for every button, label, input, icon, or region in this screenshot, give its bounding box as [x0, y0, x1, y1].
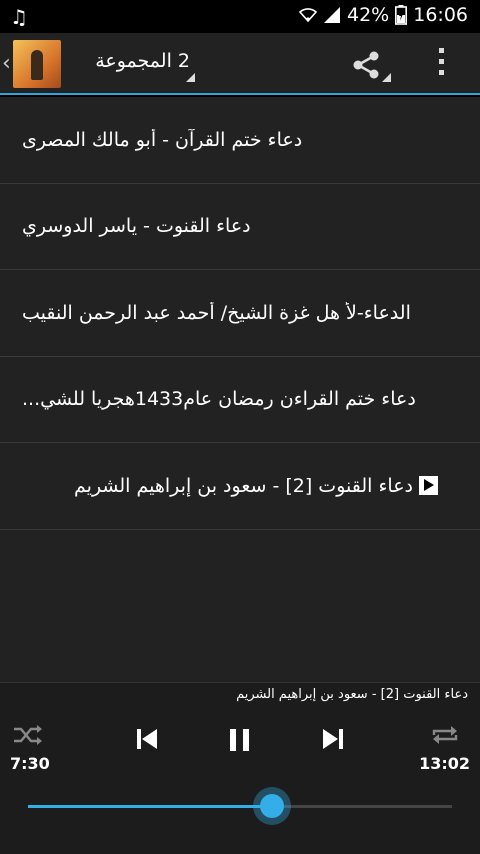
track-title: دعاء ختم القرآن - أبو مالك المصرى [22, 128, 303, 151]
share-caret-icon [382, 73, 391, 82]
next-icon[interactable] [320, 727, 346, 755]
action-bar-title[interactable]: 2 المجموعة [80, 50, 190, 72]
action-bar: ‹ 2 المجموعة [0, 33, 480, 95]
list-empty-area [0, 530, 480, 682]
previous-icon[interactable] [134, 727, 160, 755]
elapsed-time: 7:30 [10, 754, 50, 773]
total-duration: 13:02 [419, 754, 470, 773]
seek-bar-progress [28, 805, 272, 808]
track-title: دعاء القنوت [2] - سعود بن إبراهيم الشريم [74, 474, 413, 497]
share-icon[interactable] [350, 49, 382, 81]
list-item-playing[interactable]: دعاء القنوت [2] - سعود بن إبراهيم الشريم [0, 443, 480, 530]
pause-icon[interactable] [226, 727, 254, 757]
overflow-menu-icon[interactable] [431, 48, 451, 82]
now-playing-icon [419, 476, 438, 496]
track-title: الدعاء-لأ هل غزة الشيخ/ أحمد عبد الرحمن … [22, 301, 411, 324]
track-title: دعاء ختم القراءن رمضان عام1433هجريا للشي… [22, 388, 416, 411]
list-item[interactable]: دعاء ختم القرآن - أبو مالك المصرى [0, 97, 480, 184]
seek-bar-thumb[interactable] [252, 787, 291, 825]
repeat-icon[interactable] [430, 723, 460, 751]
now-playing-title: دعاء القنوت [2] - سعود بن إبراهيم الشريم [236, 687, 468, 702]
status-bar: ♫ 42% 16:06 [0, 0, 480, 33]
seek-bar[interactable] [28, 787, 452, 825]
shuffle-icon[interactable] [12, 723, 44, 751]
up-caret-icon[interactable]: ‹ [2, 51, 11, 76]
player: دعاء القنوت [2] - سعود بن إبراهيم الشريم [0, 682, 480, 854]
track-title: دعاء القنوت - ياسر الدوسري [22, 215, 251, 238]
battery-icon [395, 5, 408, 25]
spinner-caret-icon [186, 73, 195, 82]
clock: 16:06 [413, 4, 468, 26]
battery-percent: 42% [347, 4, 390, 26]
list-item[interactable]: دعاء ختم القراءن رمضان عام1433هجريا للشي… [0, 356, 480, 443]
list-item[interactable]: الدعاء-لأ هل غزة الشيخ/ أحمد عبد الرحمن … [0, 270, 480, 357]
app-icon[interactable] [13, 40, 61, 88]
music-note-icon: ♫ [10, 5, 28, 29]
status-bar-right: 42% 16:06 [299, 4, 468, 26]
signal-icon [323, 6, 341, 24]
wifi-icon [299, 6, 317, 24]
list-item[interactable]: دعاء القنوت - ياسر الدوسري [0, 183, 480, 270]
track-list: دعاء ختم القرآن - أبو مالك المصرى دعاء ا… [0, 97, 480, 530]
